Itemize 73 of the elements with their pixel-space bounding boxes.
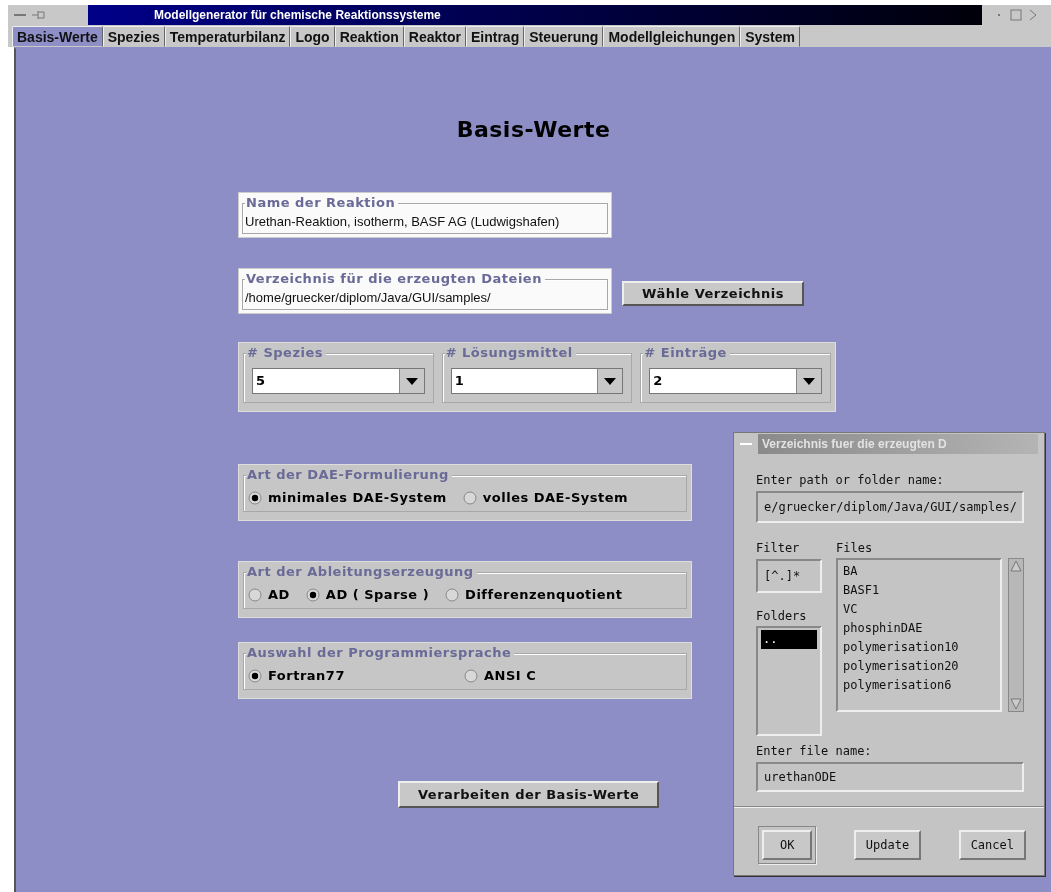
radio-icon[interactable]: [248, 587, 262, 602]
dropdown[interactable]: 5: [252, 368, 425, 394]
file-item[interactable]: polymerisation20: [841, 657, 997, 676]
radio-icon[interactable]: [462, 490, 477, 505]
list-label: Files: [836, 541, 874, 555]
radio-label: ANSI C: [484, 668, 537, 683]
radio-option[interactable]: Fortran77: [248, 668, 448, 683]
radio-option[interactable]: ANSI C: [464, 668, 664, 683]
field-label: Enter path or folder name:: [756, 473, 945, 487]
field-label: # Einträge: [643, 345, 730, 360]
tab[interactable]: Logo: [290, 26, 335, 47]
group-label: Auswahl der Programmiersprache: [246, 645, 515, 660]
tab[interactable]: Temperaturbilanz: [164, 26, 291, 47]
field-value: /home/gruecker/diplom/Java/GUI/samples/: [245, 290, 492, 305]
dialog-button[interactable]: Update: [853, 830, 922, 860]
file-item[interactable]: BA: [841, 562, 997, 581]
tab[interactable]: Spezies: [102, 26, 165, 47]
field-label: Name der Reaktion: [245, 195, 399, 210]
choose-directory-button[interactable]: Wähle Verzeichnis: [622, 280, 805, 306]
group-label: Art der Ableitungserzeugung: [246, 564, 477, 579]
radio-option[interactable]: AD: [248, 587, 290, 602]
list-label: Folders: [756, 609, 808, 623]
group-label: Art der DAE-Formulierung: [246, 467, 452, 482]
file-item[interactable]: polymerisation10: [841, 638, 997, 657]
dropdown-value: 1: [453, 372, 465, 390]
window-title: Modellgenerator für chemische Reaktionssysteme: [153, 8, 442, 22]
field-label: Verzeichnis für die erzeugten Dateien: [245, 271, 545, 286]
dropdown-value: 2: [652, 372, 664, 390]
dialog-title: Verzeichnis fuer die erzeugten D: [758, 434, 1038, 454]
page-heading: Basis-Werte: [456, 117, 611, 142]
radio-icon[interactable]: [248, 668, 262, 683]
radio-icon[interactable]: [248, 490, 262, 505]
file-item[interactable]: phosphinDAE: [841, 619, 997, 638]
radio-icon[interactable]: [464, 668, 478, 683]
radio-option[interactable]: AD ( Sparse ): [305, 587, 430, 602]
radio-label: AD ( Sparse ): [325, 587, 430, 602]
tab[interactable]: Reaktion: [334, 26, 404, 47]
file-name-field[interactable]: urethanODE: [756, 762, 1024, 792]
tab[interactable]: Basis-Werte: [12, 26, 103, 47]
path-field[interactable]: e/gruecker/diplom/Java/GUI/samples/: [756, 491, 1024, 523]
tab[interactable]: Steuerung: [524, 26, 604, 47]
pin-icon[interactable]: [32, 10, 46, 20]
scrollbar[interactable]: [1008, 558, 1024, 712]
tab[interactable]: Modellgleichungen: [603, 26, 741, 47]
process-button[interactable]: Verarbeiten der Basis-Werte: [398, 781, 660, 808]
radio-label: Fortran77: [268, 668, 345, 683]
file-item[interactable]: BASF1: [841, 581, 997, 600]
radio-icon[interactable]: [305, 587, 320, 602]
tab[interactable]: Eintrag: [465, 26, 525, 47]
radio-label: AD: [268, 587, 290, 602]
field-label: # Spezies: [246, 345, 326, 360]
close-icon[interactable]: [1030, 9, 1036, 21]
folder-item[interactable]: ..: [761, 630, 817, 649]
tab[interactable]: System: [740, 26, 800, 47]
maximize-icon[interactable]: [1010, 9, 1022, 21]
field-value: Urethan-Reaktion, isotherm, BASF AG (Ludwigshafen): [245, 214, 561, 229]
dialog-button[interactable]: Cancel: [958, 830, 1026, 860]
scroll-down-icon[interactable]: [1009, 697, 1023, 711]
radio-icon[interactable]: [445, 587, 460, 602]
dropdown-value: 5: [255, 372, 267, 390]
filter-field[interactable]: [^.]*: [756, 559, 822, 593]
tab[interactable]: Reaktor: [403, 26, 466, 47]
text-field[interactable]: Name der Reaktion Urethan-Reaktion, isotherm, BASF AG (Ludwigshafen): [238, 192, 612, 238]
file-item[interactable]: VC: [841, 600, 997, 619]
dialog-button[interactable]: OK: [762, 830, 813, 860]
field-label: Enter file name:: [756, 744, 873, 758]
field-label: Filter: [756, 541, 801, 555]
dropdown[interactable]: 1: [450, 368, 624, 394]
file-item[interactable]: polymerisation6: [841, 676, 997, 695]
field-label: # Lösungsmittel: [444, 345, 576, 360]
dropdown[interactable]: 2: [649, 368, 822, 394]
text-field[interactable]: Verzeichnis für die erzeugten Dateien /home/gruecker/diplom/Java/GUI/samples/: [238, 268, 612, 314]
scroll-up-icon[interactable]: [1009, 559, 1023, 573]
